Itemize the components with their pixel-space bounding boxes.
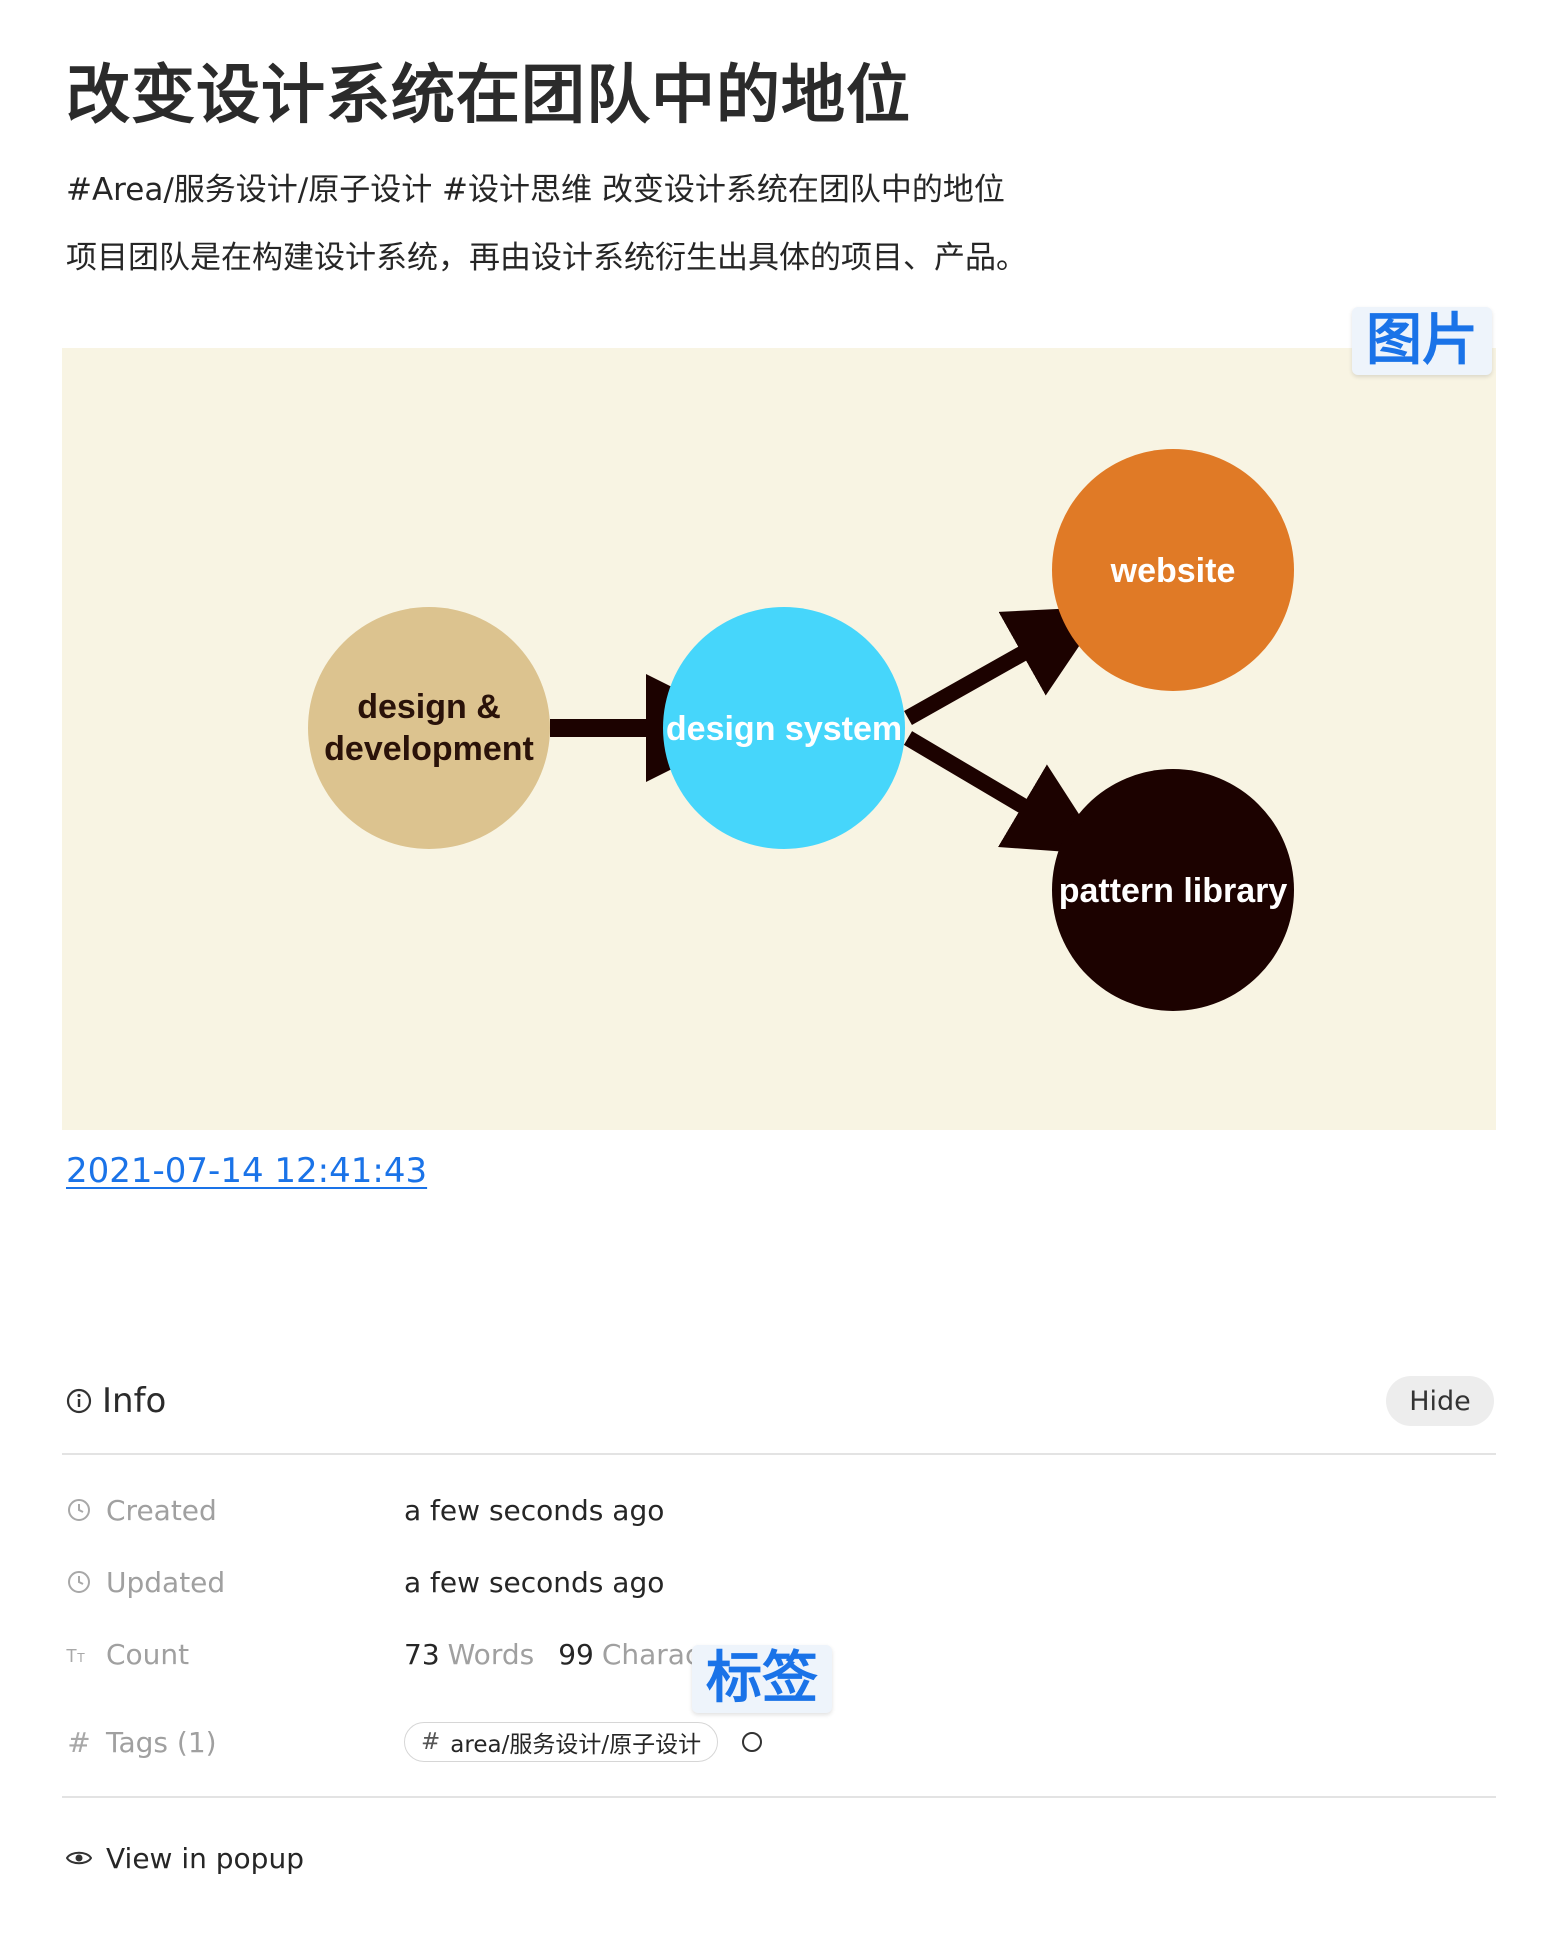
node-design-development xyxy=(308,607,550,849)
text-size-icon: T T xyxy=(66,1642,92,1666)
info-row-tags: # Tags (1) # area/服务设计/原子设计 xyxy=(66,1718,1486,1766)
divider xyxy=(62,1453,1496,1455)
count-value: 73 Words 99 Charac xyxy=(404,1630,724,1678)
label-design-development-2: development xyxy=(324,730,534,768)
clock-icon xyxy=(66,1570,92,1594)
view-in-popup-button[interactable]: View in popup xyxy=(65,1834,304,1882)
tag-annotation-badge: 标签 xyxy=(692,1645,832,1713)
clock-icon xyxy=(66,1498,92,1522)
label-pattern-library: pattern library xyxy=(1059,872,1288,910)
info-heading: Info xyxy=(102,1381,167,1421)
diagram-image[interactable]: design & development design system websi… xyxy=(62,348,1496,1130)
eye-icon xyxy=(65,1842,93,1875)
info-row-updated: Updated a few seconds ago xyxy=(66,1558,1486,1606)
design-system-diagram: design & development design system websi… xyxy=(308,449,1294,1011)
svg-text:T: T xyxy=(66,1646,77,1666)
view-in-popup-label: View in popup xyxy=(106,1841,304,1875)
arrow-to-pattern-library xyxy=(903,731,1106,855)
add-tag-circle-icon[interactable] xyxy=(742,1732,763,1752)
chars-number: 99 xyxy=(558,1637,594,1671)
tag-chip[interactable]: # area/服务设计/原子设计 xyxy=(404,1722,719,1762)
created-label: Created xyxy=(106,1493,217,1527)
svg-text:T: T xyxy=(77,1650,85,1665)
image-annotation-badge: 图片 xyxy=(1352,307,1492,375)
hide-button[interactable]: Hide xyxy=(1386,1376,1494,1426)
page-title: 改变设计系统在团队中的地位 xyxy=(66,59,911,133)
chars-unit: Charac xyxy=(601,1637,701,1671)
note-body-text: 项目团队是在构建设计系统，再由设计系统衍生出具体的项目、产品。 xyxy=(66,240,1027,276)
date-link[interactable]: 2021-07-14 12:41:43 xyxy=(66,1148,427,1194)
label-design-development-1: design & xyxy=(357,688,501,726)
tag-chip-label: area/服务设计/原子设计 xyxy=(450,1732,702,1758)
updated-label: Updated xyxy=(106,1565,226,1599)
created-value: a few seconds ago xyxy=(404,1493,665,1527)
tags-label: Tags (1) xyxy=(106,1725,217,1759)
words-number: 73 xyxy=(404,1637,440,1671)
label-website: website xyxy=(1110,552,1236,590)
tags-value: # area/服务设计/原子设计 xyxy=(404,1718,763,1766)
note-page: 改变设计系统在团队中的地位 #Area/服务设计/原子设计 #设计思维 改变设计… xyxy=(0,0,1564,1938)
label-design-system: design system xyxy=(666,710,902,748)
hash-icon: # xyxy=(421,1729,441,1755)
info-row-created: Created a few seconds ago xyxy=(66,1486,1486,1534)
hash-icon: # xyxy=(67,1725,91,1759)
arrow-to-website xyxy=(904,606,1106,725)
count-label: Count xyxy=(106,1637,190,1671)
divider xyxy=(62,1796,1496,1798)
updated-value: a few seconds ago xyxy=(404,1565,665,1599)
words-unit: Words xyxy=(447,1637,535,1671)
info-header: Info xyxy=(66,1376,166,1426)
note-tags-line: #Area/服务设计/原子设计 #设计思维 改变设计系统在团队中的地位 xyxy=(66,172,1005,208)
info-icon xyxy=(66,1388,92,1414)
